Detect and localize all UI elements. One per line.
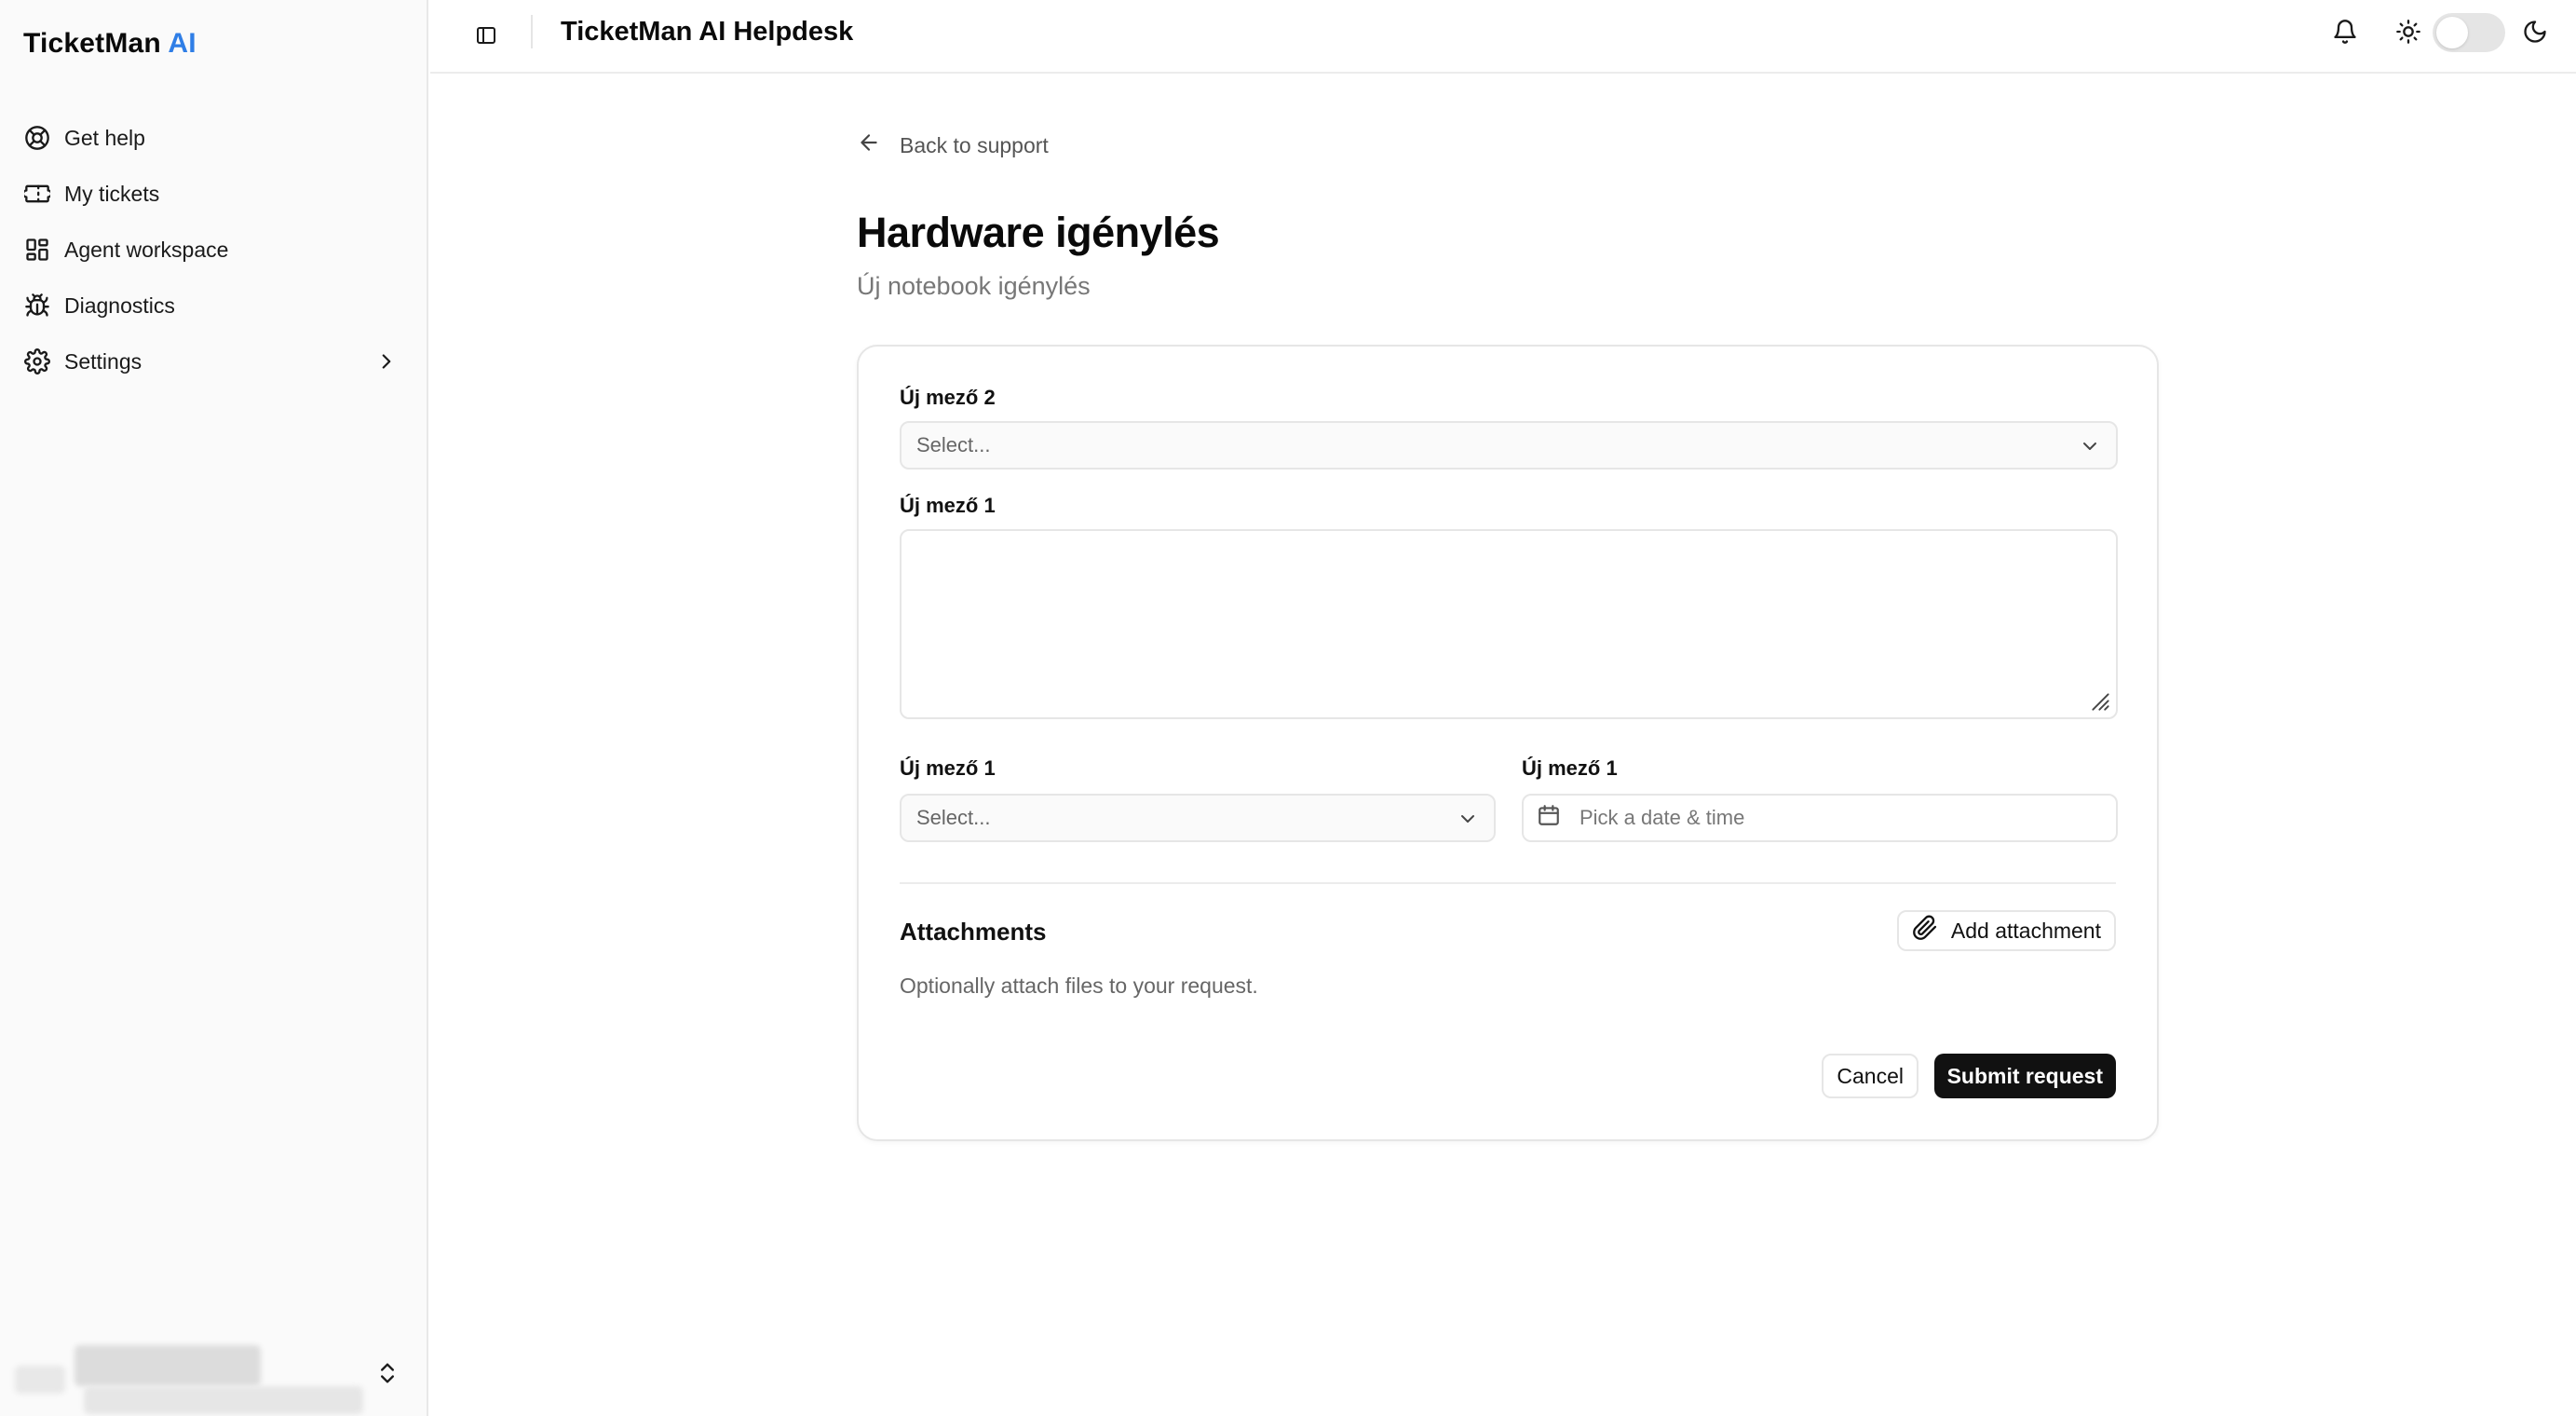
chevrons-up-down-icon — [374, 1358, 402, 1390]
sidebar-item-settings[interactable]: Settings — [0, 334, 428, 389]
page-header-title: TicketMan AI Helpdesk — [561, 17, 854, 47]
select-placeholder: Select... — [916, 806, 991, 829]
theme-toggle[interactable] — [2433, 13, 2505, 52]
sidebar-item-agent-workspace[interactable]: Agent workspace — [0, 222, 428, 278]
back-to-support-link[interactable]: Back to support — [857, 130, 1049, 160]
select-placeholder: Select... — [916, 433, 991, 456]
brand-accent: AI — [168, 28, 197, 59]
calendar-icon — [1537, 803, 1561, 833]
submit-request-button[interactable]: Submit request — [1933, 1054, 2116, 1098]
top-header: TicketMan AI Helpdesk — [430, 0, 2576, 74]
field-label: Új mező 1 — [900, 756, 996, 780]
layout-grid-icon — [23, 236, 51, 264]
bell-icon[interactable] — [2328, 15, 2362, 48]
lifebuoy-icon — [23, 124, 51, 152]
sidebar-nav: Get help My tickets Agent workspace Diag… — [0, 110, 428, 389]
sidebar-item-diagnostics[interactable]: Diagnostics — [0, 278, 428, 334]
field3-select[interactable]: Select... — [900, 794, 1496, 842]
sidebar-item-label: Diagnostics — [64, 293, 175, 318]
brand-logo: TicketMan AI — [23, 28, 197, 60]
avatar — [15, 1366, 65, 1394]
page-subtitle: Új notebook igénylés — [857, 272, 1091, 300]
field4-datetime-picker[interactable]: Pick a date & time — [1522, 794, 2118, 842]
paperclip-icon — [1912, 915, 1938, 946]
chevron-right-icon — [374, 349, 399, 374]
date-placeholder: Pick a date & time — [1579, 806, 1745, 829]
sidebar-item-label: Get help — [64, 125, 145, 150]
field1-select[interactable]: Select... — [900, 421, 2118, 470]
ticket-icon — [23, 180, 51, 208]
arrow-left-icon — [857, 130, 881, 160]
chevron-down-icon — [1457, 808, 1479, 830]
bug-icon — [23, 292, 51, 320]
sidebar-toggle-icon[interactable] — [469, 19, 503, 52]
field-label: Új mező 2 — [900, 386, 996, 409]
back-link-label: Back to support — [900, 132, 1049, 157]
section-divider — [900, 882, 2116, 884]
chevron-down-icon — [2079, 435, 2101, 457]
user-menu[interactable] — [9, 1332, 419, 1416]
sidebar: TicketMan AI Get help My tickets Agent w… — [0, 0, 428, 1416]
user-info-redacted — [75, 1345, 261, 1386]
sidebar-item-label: Settings — [64, 348, 142, 374]
sidebar-item-my-tickets[interactable]: My tickets — [0, 166, 428, 222]
sidebar-item-get-help[interactable]: Get help — [0, 110, 428, 166]
toggle-knob — [2436, 17, 2468, 48]
resize-handle-icon[interactable] — [2084, 686, 2110, 712]
gear-icon — [23, 347, 51, 375]
field-label: Új mező 1 — [900, 494, 996, 517]
cancel-button[interactable]: Cancel — [1822, 1054, 1918, 1098]
add-attachment-button[interactable]: Add attachment — [1896, 910, 2116, 951]
add-attachment-label: Add attachment — [1950, 918, 2101, 943]
attachments-hint: Optionally attach files to your request. — [900, 974, 1258, 998]
field2-textarea[interactable] — [900, 529, 2118, 719]
sun-icon — [2392, 15, 2425, 48]
page-title: Hardware igénylés — [857, 209, 1220, 256]
moon-icon — [2518, 15, 2552, 48]
request-form-card: Új mező 2 Select... Új mező 1 Új mező 1 … — [857, 345, 2159, 1141]
sidebar-item-label: My tickets — [64, 181, 160, 206]
attachments-title: Attachments — [900, 918, 1047, 946]
brand-name: TicketMan — [23, 28, 161, 59]
field-label: Új mező 1 — [1522, 756, 1618, 780]
header-divider — [531, 15, 533, 48]
sidebar-item-label: Agent workspace — [64, 237, 229, 262]
user-info-redacted-line — [84, 1386, 363, 1414]
